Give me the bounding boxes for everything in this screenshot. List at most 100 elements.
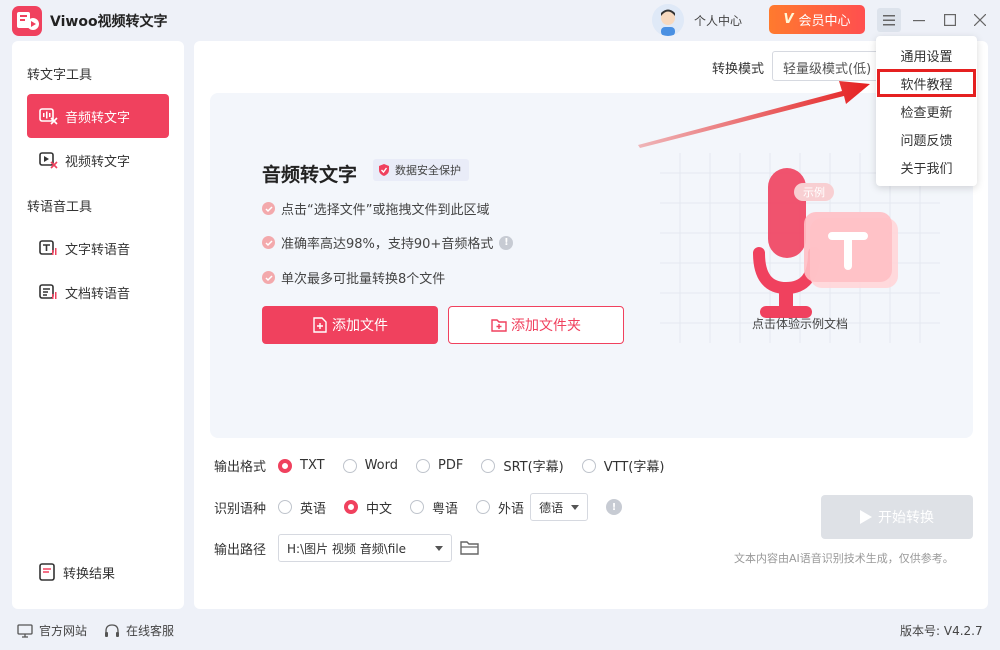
option-label: VTT(字幕) xyxy=(603,460,665,475)
check-icon xyxy=(262,271,275,284)
check-icon xyxy=(262,236,275,249)
path-select[interactable]: H:\图片 视频 音频\file xyxy=(278,534,452,562)
mic-body xyxy=(768,168,806,258)
close-button[interactable] xyxy=(968,8,992,32)
lang-label: 识别语种 xyxy=(214,501,267,517)
sidebar-item-label: 视频转文字 xyxy=(65,154,131,170)
menu-item-feedback[interactable]: 问题反馈 xyxy=(876,125,977,153)
page-title: 音频转文字 xyxy=(262,164,358,186)
mode-label: 转换模式 xyxy=(712,62,765,77)
service-link[interactable]: 在线客服 xyxy=(104,622,174,639)
minimize-button[interactable] xyxy=(907,8,931,32)
lang-option-foreign[interactable]: 外语 xyxy=(476,498,524,517)
chevron-down-icon xyxy=(571,504,580,510)
add-file-button[interactable]: 添加文件 xyxy=(262,306,438,344)
maximize-button[interactable] xyxy=(938,8,962,32)
lang-option-chinese[interactable]: 中文 xyxy=(344,498,392,517)
foreign-language-select[interactable]: 德语 xyxy=(530,493,589,521)
radio-icon xyxy=(278,500,292,514)
radio-icon xyxy=(481,458,496,473)
vip-mark: V xyxy=(783,12,794,27)
monitor-icon xyxy=(17,623,33,638)
results-icon xyxy=(39,563,55,581)
app-logo xyxy=(12,6,42,36)
app-title: Viwoo视频转文字 xyxy=(50,14,168,30)
radio-icon xyxy=(476,500,491,514)
main-panel: 转换模式 轻量级模式(低) 音频转文字 数据安全保护 点击“选择文件”或拖拽文件… xyxy=(194,41,988,609)
menu-item-about[interactable]: 关于我们 xyxy=(876,153,977,181)
sidebar-item-text-to-speech[interactable]: 文字转语音 xyxy=(27,226,169,270)
feature-text: 点击“选择文件”或拖拽文件到此区域 xyxy=(281,203,490,218)
option-label: Word xyxy=(364,458,398,473)
output-format-row: 输出格式 TXT Word PDF SRT(字幕) VTT(字幕) xyxy=(214,456,682,475)
language-row: 识别语种 英语 中文 粤语 外语 德语 ! xyxy=(214,493,623,521)
shield-icon xyxy=(379,164,389,176)
select-value: 德语 xyxy=(539,500,564,515)
security-badge: 数据安全保护 xyxy=(373,159,469,181)
chevron-down-icon xyxy=(435,545,443,551)
headset-icon xyxy=(105,623,119,637)
example-tag: 示例 xyxy=(803,185,825,199)
format-option-pdf[interactable]: PDF xyxy=(415,458,464,473)
add-file-label: 添加文件 xyxy=(332,318,388,334)
radio-icon xyxy=(344,500,359,514)
title-bar: Viwoo视频转文字 个人中心 V 会员中心 xyxy=(0,0,1000,40)
menu-item-general-settings[interactable]: 通用设置 xyxy=(876,41,977,69)
maximize-icon xyxy=(944,14,956,26)
service-label: 在线客服 xyxy=(126,624,175,638)
sidebar-item-video-to-text[interactable]: 视频转文字 xyxy=(27,138,169,182)
output-path-row: 输出路径 H:\图片 视频 音频\file xyxy=(214,534,480,562)
sidebar-item-results[interactable]: 转换结果 xyxy=(27,550,169,594)
start-convert-button[interactable]: 开始转换 xyxy=(821,495,973,539)
sidebar-item-label: 音频转文字 xyxy=(65,110,131,126)
lang-option-english[interactable]: 英语 xyxy=(278,498,326,517)
minimize-icon xyxy=(913,20,925,22)
website-link[interactable]: 官方网站 xyxy=(17,622,87,639)
menu-item-tutorial[interactable]: 软件教程 xyxy=(877,69,976,97)
format-label: 输出格式 xyxy=(214,460,267,475)
add-folder-button[interactable]: 添加文件夹 xyxy=(448,306,624,344)
feature-text: 准确率高达98%，支持90+音频格式 xyxy=(281,237,494,252)
sidebar-item-label: 文字转语音 xyxy=(65,242,131,258)
start-label: 开始转换 xyxy=(878,510,934,526)
website-label: 官方网站 xyxy=(39,624,88,638)
radio-icon xyxy=(410,500,425,514)
option-label: TXT xyxy=(300,458,325,473)
menu-button[interactable] xyxy=(877,8,901,32)
format-option-vtt[interactable]: VTT(字幕) xyxy=(581,456,665,475)
vip-label: 会员中心 xyxy=(798,14,851,29)
option-label: SRT(字幕) xyxy=(503,460,564,475)
menu-item-check-update[interactable]: 检查更新 xyxy=(876,97,977,125)
mode-select[interactable]: 轻量级模式(低) xyxy=(772,51,882,81)
audio-to-text-icon xyxy=(39,108,58,125)
sidebar-item-doc-to-speech[interactable]: 文档转语音 xyxy=(27,270,169,314)
folder-icon[interactable] xyxy=(460,540,480,556)
feature-item: 点击“选择文件”或拖拽文件到此区域 xyxy=(262,199,489,218)
badge-label: 数据安全保护 xyxy=(395,164,461,177)
add-folder-label: 添加文件夹 xyxy=(511,318,581,334)
option-label: 粤语 xyxy=(432,501,459,517)
info-icon[interactable]: ! xyxy=(499,235,514,250)
sidebar-item-audio-to-text[interactable]: 音频转文字 xyxy=(27,94,169,138)
option-label: 中文 xyxy=(366,501,393,517)
format-option-txt[interactable]: TXT xyxy=(278,458,325,473)
radio-icon xyxy=(342,458,357,473)
section-heading-speech-tools: 转语音工具 xyxy=(27,200,93,215)
example-label[interactable]: 点击体验示例文档 xyxy=(752,315,848,332)
option-label: PDF xyxy=(437,458,464,473)
lang-option-cantonese[interactable]: 粤语 xyxy=(410,498,458,517)
info-icon[interactable]: ! xyxy=(606,499,623,515)
format-option-word[interactable]: Word xyxy=(342,458,398,473)
video-to-text-icon xyxy=(39,152,58,169)
disclaimer: 文本内容由AI语音识别技术生成，仅供参考。 xyxy=(734,552,954,565)
radio-icon xyxy=(581,458,596,473)
avatar[interactable] xyxy=(652,4,684,36)
drop-zone[interactable]: 音频转文字 数据安全保护 点击“选择文件”或拖拽文件到此区域 准确率高达98%，… xyxy=(210,93,973,438)
profile-link[interactable]: 个人中心 xyxy=(694,12,742,29)
format-option-srt[interactable]: SRT(字幕) xyxy=(481,456,564,475)
add-file-icon xyxy=(313,317,327,333)
feature-item: 准确率高达98%，支持90+音频格式 ! xyxy=(262,233,514,252)
vip-button[interactable]: V 会员中心 xyxy=(769,5,865,34)
sidebar-item-label: 文档转语音 xyxy=(65,286,131,302)
footer: 官方网站 在线客服 版本号: V4.2.7 xyxy=(0,612,1000,650)
